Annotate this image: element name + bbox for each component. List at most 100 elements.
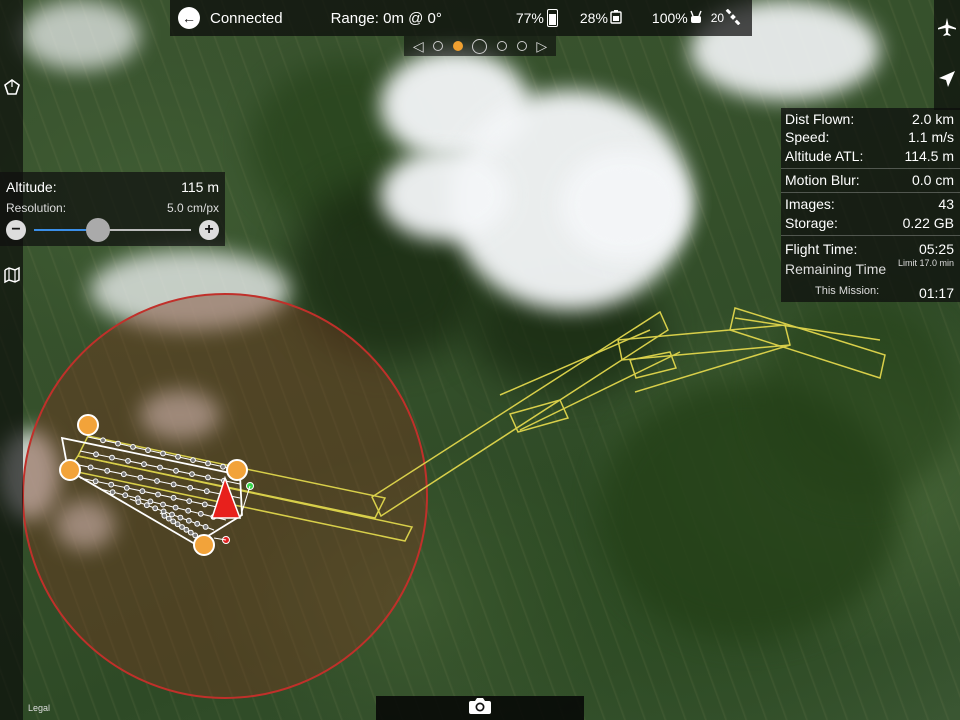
speed-row: Speed: 1.1 m/s	[785, 129, 954, 145]
photo-point	[202, 524, 209, 530]
remaining-time-label: Remaining Time	[785, 261, 887, 277]
photo-point	[205, 460, 211, 467]
photo-point	[170, 518, 177, 525]
satellite-count: 20	[711, 8, 741, 28]
photo-point	[145, 447, 151, 454]
photo-point	[186, 498, 193, 505]
divider	[781, 192, 960, 193]
photo-point	[183, 526, 190, 533]
controller-signal: 100%	[652, 10, 703, 27]
photo-point	[194, 520, 201, 527]
telemetry-panel: Dist Flown: 2.0 km Speed: 1.1 m/s Altitu…	[781, 108, 960, 302]
camera-icon[interactable]	[468, 697, 492, 720]
pager-next-icon[interactable]: ▷	[536, 38, 547, 55]
photo-point	[161, 512, 168, 519]
waypoint-marker[interactable]	[77, 414, 99, 436]
photo-point	[170, 494, 177, 501]
drone-battery-icon	[610, 9, 622, 27]
photo-point	[115, 440, 121, 447]
photo-point	[109, 489, 116, 496]
photo-point	[220, 463, 226, 470]
dist-flown-row: Dist Flown: 2.0 km	[785, 111, 954, 127]
photo-point	[197, 510, 204, 517]
photo-point	[154, 478, 160, 484]
range-readout: Range: 0m @ 0°	[330, 9, 442, 27]
legal-text[interactable]: Legal	[28, 703, 50, 713]
images-row: Images: 43	[785, 196, 954, 212]
navigation-arrow-icon[interactable]	[934, 62, 960, 96]
photo-point	[187, 529, 194, 536]
this-mission-label: This Mission:	[815, 285, 880, 297]
flight-lane	[499, 329, 651, 396]
photo-point	[137, 474, 144, 481]
photo-point	[100, 437, 106, 444]
flight-time-value: 05:25	[918, 241, 954, 257]
polygon-icon[interactable]	[0, 72, 23, 102]
pager-dot[interactable]	[433, 41, 444, 51]
altitude-panel: Altitude: 115 m Resolution: 5.0 cm/px − …	[0, 172, 225, 246]
flight-time-label: Flight Time:	[785, 241, 858, 257]
altitude-row: Altitude: 115 m	[6, 179, 219, 195]
photo-point	[173, 467, 179, 474]
photo-point	[143, 502, 150, 509]
map-icon[interactable]	[0, 260, 23, 290]
photo-point	[122, 492, 129, 499]
dist-flown-label: Dist Flown:	[785, 111, 855, 127]
storage-value: 0.22 GB	[902, 215, 954, 231]
drone-battery: 28%	[580, 9, 622, 27]
images-label: Images:	[785, 196, 835, 212]
photo-point	[125, 458, 131, 464]
satellite-icon	[725, 8, 741, 28]
divider	[781, 168, 960, 169]
back-arrow-icon[interactable]: ←	[178, 7, 200, 29]
altitude-slider-track[interactable]	[34, 218, 191, 242]
altitude-atl-label: Altitude ATL:	[785, 148, 864, 164]
pager-dot-large[interactable]	[472, 38, 488, 54]
motion-blur-label: Motion Blur:	[785, 172, 860, 188]
limit-label: Limit 17.0 min	[897, 258, 954, 268]
photo-point	[177, 514, 184, 521]
altitude-atl-row: Altitude ATL: 114.5 m	[785, 148, 954, 164]
pager-prev-icon[interactable]: ◁	[413, 38, 424, 55]
photo-point	[160, 501, 166, 508]
photo-point	[108, 481, 115, 488]
photo-point	[92, 478, 99, 485]
motion-blur-value: 0.0 cm	[911, 172, 954, 188]
photo-point	[203, 488, 210, 495]
connection-status: Connected	[210, 9, 283, 27]
photo-point	[152, 505, 159, 512]
waypoint-marker[interactable]	[193, 534, 215, 556]
waypoint-marker[interactable]	[59, 459, 81, 481]
photo-point	[201, 501, 208, 508]
speed-label: Speed:	[785, 129, 830, 145]
photo-point	[190, 457, 196, 464]
images-value: 43	[938, 196, 954, 212]
photo-point	[139, 488, 146, 495]
page-indicator: ◁ ▷	[404, 36, 556, 56]
waypoint-marker[interactable]	[226, 459, 248, 481]
altitude-slider[interactable]: − +	[6, 218, 219, 242]
pager-dot[interactable]	[516, 41, 527, 51]
controller-signal-value: 100%	[651, 10, 688, 26]
photo-point	[189, 471, 195, 478]
altitude-value: 115 m	[181, 179, 219, 195]
altitude-atl-value: 114.5 m	[904, 148, 954, 164]
photo-point	[165, 515, 172, 522]
airplane-icon[interactable]	[934, 10, 960, 44]
increase-altitude-button[interactable]: +	[199, 220, 219, 240]
pager-dot-active[interactable]	[452, 41, 463, 51]
decrease-altitude-button[interactable]: −	[6, 220, 26, 240]
photo-point	[135, 499, 142, 506]
legal-link[interactable]: ‎Legal	[28, 703, 50, 713]
photo-point	[172, 504, 179, 511]
photo-point	[104, 467, 111, 474]
storage-label: Storage:	[785, 215, 838, 231]
photo-point	[155, 491, 161, 498]
photo-point	[185, 517, 192, 524]
photo-point	[109, 454, 115, 461]
flight-time-row: Flight Time: 05:25	[785, 241, 954, 257]
altitude-slider-thumb[interactable]	[86, 218, 111, 242]
photo-point	[87, 464, 94, 471]
photo-point	[205, 474, 211, 481]
pager-dot[interactable]	[497, 41, 508, 51]
